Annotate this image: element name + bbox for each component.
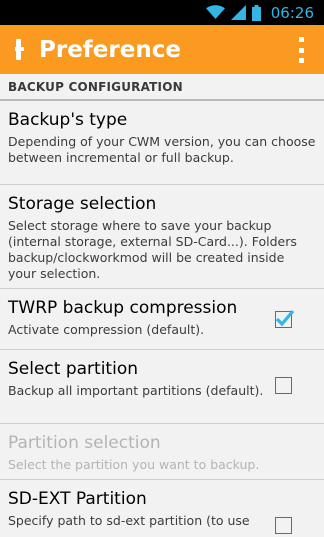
pref-summary: Activate compression (default). <box>8 322 205 337</box>
select-partition-checkbox[interactable] <box>275 377 292 394</box>
pref-summary: Specify path to sd-ext partition (to use <box>8 513 250 528</box>
compression-checkbox[interactable] <box>275 309 295 328</box>
preference-list[interactable]: BACKUP CONFIGURATION Backup's type Depen… <box>0 74 324 537</box>
signal-icon <box>230 5 246 20</box>
pref-summary: Depending of your CWM version, you can c… <box>8 134 316 165</box>
pref-title: Storage selection <box>8 194 157 214</box>
pref-title: SD-EXT Partition <box>8 489 147 509</box>
pref-title: Partition selection <box>8 433 161 453</box>
category-header: BACKUP CONFIGURATION <box>0 74 324 101</box>
pref-storage-selection[interactable]: Storage selection Select storage where t… <box>0 185 324 289</box>
page-title: Preference <box>39 36 181 63</box>
pref-sd-ext-partition[interactable]: SD-EXT Partition Specify path to sd-ext … <box>0 480 324 537</box>
pref-select-partition[interactable]: Select partition Backup all important pa… <box>0 350 324 424</box>
wifi-icon <box>205 5 225 19</box>
pref-summary: Select the partition you want to backup. <box>8 457 260 472</box>
status-bar: 06:26 <box>0 0 324 25</box>
checkmark-icon <box>275 309 295 327</box>
app-icon[interactable] <box>0 25 36 74</box>
pref-twrp-compression[interactable]: TWRP backup compression Activate compres… <box>0 289 324 350</box>
category-label: BACKUP CONFIGURATION <box>8 79 183 94</box>
pref-partition-selection: Partition selection Select the partition… <box>0 424 324 480</box>
pref-title: TWRP backup compression <box>8 298 238 318</box>
overflow-menu-icon[interactable] <box>294 37 308 63</box>
pref-summary: Backup all important partitions (default… <box>8 383 264 398</box>
action-bar: Preference <box>0 25 324 74</box>
pref-title: Select partition <box>8 359 138 379</box>
battery-icon <box>251 4 261 21</box>
pref-backup-type[interactable]: Backup's type Depending of your CWM vers… <box>0 101 324 185</box>
pref-summary: Select storage where to save your backup… <box>8 218 297 281</box>
sd-ext-checkbox[interactable] <box>275 517 292 534</box>
pref-title: Backup's type <box>8 110 128 130</box>
status-clock: 06:26 <box>270 3 314 22</box>
